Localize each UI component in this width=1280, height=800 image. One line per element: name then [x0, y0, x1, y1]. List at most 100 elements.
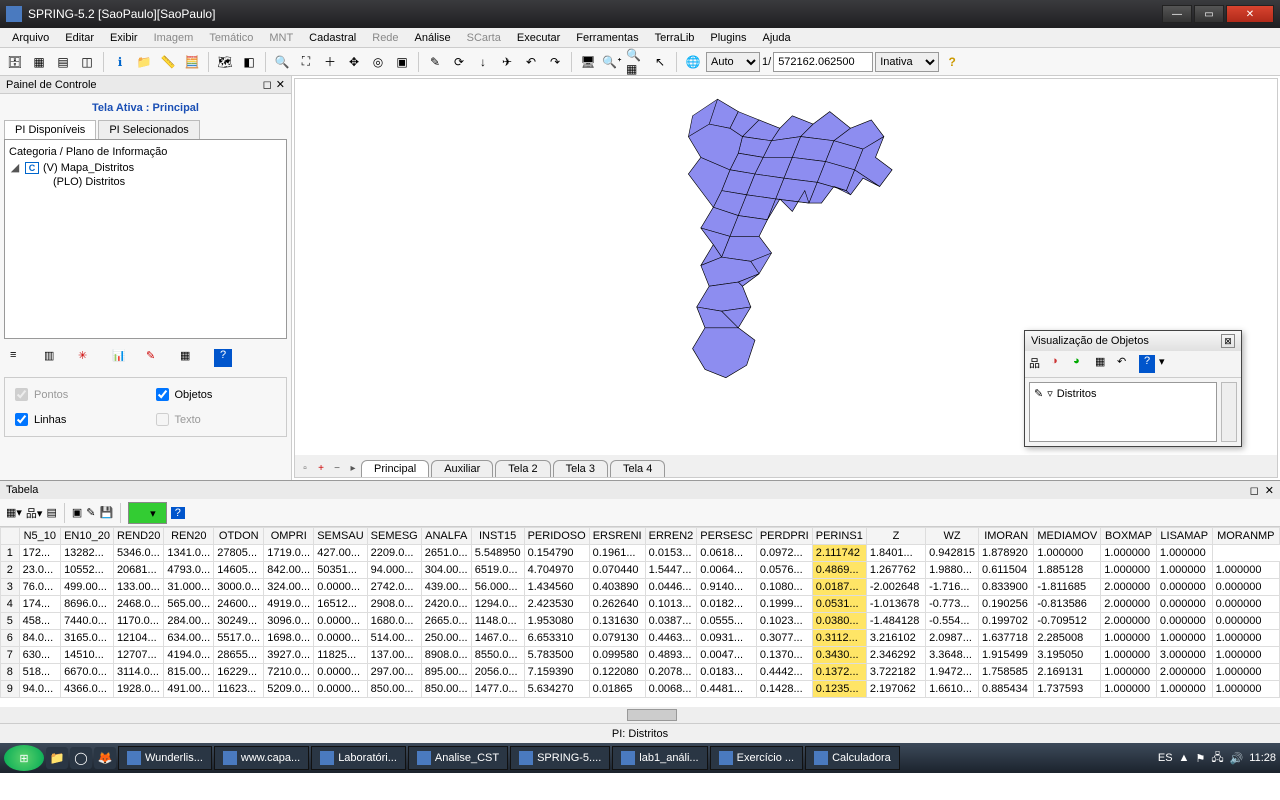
col-header[interactable]: WZ — [926, 528, 979, 545]
table-cell[interactable]: 3165.0... — [61, 630, 114, 647]
map-tab-auxiliar[interactable]: Auxiliar — [431, 460, 493, 477]
table-cell[interactable]: 0.0531... — [812, 596, 866, 613]
table-cell[interactable]: 84.0... — [19, 630, 60, 647]
scale-input[interactable] — [773, 52, 873, 72]
table-cell[interactable]: 50351... — [314, 562, 367, 579]
table-cell[interactable]: 0.4481... — [697, 681, 757, 698]
table-cell[interactable]: 1.8401... — [866, 545, 925, 562]
table-cell[interactable]: 458... — [19, 613, 60, 630]
table-cell[interactable]: 1719.0... — [264, 545, 314, 562]
menu-análise[interactable]: Análise — [407, 32, 459, 44]
table-cell[interactable]: 1170.0... — [113, 613, 163, 630]
table-cell[interactable]: 0.2078... — [645, 664, 697, 681]
table-cell[interactable]: 1.5447... — [645, 562, 697, 579]
task-item[interactable]: Calculadora — [805, 746, 900, 770]
table-cell[interactable]: 0.0387... — [645, 613, 697, 630]
table-cell[interactable]: 0.1013... — [645, 596, 697, 613]
table-cell[interactable]: 1.000000 — [1101, 664, 1157, 681]
table-cell[interactable]: 0.4869... — [812, 562, 866, 579]
table-cell[interactable]: 1.6610... — [926, 681, 979, 698]
pie2-icon[interactable]: ◕ — [1073, 355, 1091, 373]
zoom-full-icon[interactable]: ▣ — [391, 51, 413, 73]
table-cell[interactable]: 634.00... — [164, 630, 214, 647]
edit-icon[interactable]: ✎ — [146, 349, 164, 367]
menu-ferramentas[interactable]: Ferramentas — [568, 32, 646, 44]
pie1-icon[interactable]: ◑ — [1051, 355, 1069, 373]
minimize-button[interactable]: — — [1162, 5, 1192, 23]
table-cell[interactable]: 1477.0... — [471, 681, 524, 698]
table-cell[interactable]: 1.000000 — [1212, 647, 1279, 664]
table-cell[interactable]: 1294.0... — [471, 596, 524, 613]
map-tab-tela2[interactable]: Tela 2 — [495, 460, 550, 477]
col-header[interactable]: OMPRI — [264, 528, 314, 545]
table-cell[interactable]: 5.783500 — [524, 647, 589, 664]
table-cell[interactable]: 20681... — [113, 562, 163, 579]
table-cell[interactable]: 0.885434 — [979, 681, 1034, 698]
table-cell[interactable]: 297.00... — [367, 664, 421, 681]
object-list[interactable]: ✎▿Distritos — [1029, 382, 1217, 442]
table-cell[interactable]: 0.3430... — [812, 647, 866, 664]
col-header[interactable]: EN10_20 — [61, 528, 114, 545]
table-cell[interactable]: 1928.0... — [113, 681, 163, 698]
help2-icon[interactable]: ? — [214, 349, 232, 367]
menu-exibir[interactable]: Exibir — [102, 32, 146, 44]
list-icon[interactable]: ≡ — [10, 349, 28, 367]
pin-firefox[interactable]: 🦊 — [94, 747, 116, 769]
chk-objetos[interactable]: Objetos — [156, 388, 277, 401]
float-scrollbar[interactable] — [1221, 382, 1237, 442]
table-cell[interactable]: 2.0987... — [926, 630, 979, 647]
table-cell[interactable]: 1.000000 — [1101, 562, 1157, 579]
table-cell[interactable]: 2209.0... — [367, 545, 421, 562]
menu-editar[interactable]: Editar — [57, 32, 102, 44]
table-cell[interactable]: 1698.0... — [264, 630, 314, 647]
map-icon[interactable]: 🗺 — [214, 51, 236, 73]
table-cell[interactable]: 0.000000 — [1156, 596, 1212, 613]
table-cell[interactable]: 6670.0... — [61, 664, 114, 681]
tabs-icon[interactable]: ▸ — [347, 463, 359, 477]
col-header[interactable]: ERSRENI — [589, 528, 645, 545]
map-tab-tela3[interactable]: Tela 3 — [553, 460, 608, 477]
redo-icon[interactable]: ↷ — [544, 51, 566, 73]
table-cell[interactable]: 0.01865 — [589, 681, 645, 698]
tray-flag-icon[interactable]: ⚑ — [1195, 752, 1205, 765]
table-cell[interactable]: 4919.0... — [264, 596, 314, 613]
table-cell[interactable]: 14605... — [214, 562, 264, 579]
float-close-icon[interactable]: ⊠ — [1221, 334, 1235, 348]
col-header[interactable]: ANALFA — [421, 528, 471, 545]
row-header[interactable]: 1 — [1, 545, 20, 562]
col-header[interactable]: REND20 — [113, 528, 163, 545]
table-cell[interactable]: 0.1961... — [589, 545, 645, 562]
table-cell[interactable]: 3096.0... — [264, 613, 314, 630]
save-icon[interactable]: 💾 — [99, 506, 113, 519]
table-cell[interactable]: 0.0183... — [697, 664, 757, 681]
table-cell[interactable]: 0.0618... — [697, 545, 757, 562]
layer-tree[interactable]: Categoria / Plano de Informação ◢C(V) Ma… — [4, 139, 287, 339]
chk-pontos[interactable]: Pontos — [15, 388, 136, 401]
table-cell[interactable]: 0.0931... — [697, 630, 757, 647]
model-icon[interactable]: ◫ — [76, 51, 98, 73]
status-select[interactable]: Inativa — [875, 52, 939, 72]
zoom-sync-icon[interactable]: 🔍ᐩ — [601, 51, 623, 73]
table-cell[interactable]: 11825... — [314, 647, 367, 664]
table-cell[interactable]: -1.811685 — [1034, 579, 1101, 596]
folder-icon[interactable]: 📁 — [133, 51, 155, 73]
table-cell[interactable]: 8908.0... — [421, 647, 471, 664]
table-cell[interactable]: 2.285008 — [1034, 630, 1101, 647]
data-grid[interactable]: N5_10EN10_20REND20REN20OTDONOMPRISEMSAUS… — [0, 527, 1280, 707]
col-header[interactable]: INST15 — [471, 528, 524, 545]
edit2-icon[interactable]: ✎ — [86, 506, 95, 519]
table-cell[interactable]: 0.3077... — [756, 630, 812, 647]
menu-executar[interactable]: Executar — [509, 32, 568, 44]
table-cell[interactable]: 0.000000 — [1156, 613, 1212, 630]
table-cell[interactable]: 2056.0... — [471, 664, 524, 681]
table-cell[interactable]: 0.000000 — [1156, 579, 1212, 596]
table-cell[interactable]: 2468.0... — [113, 596, 163, 613]
table-cell[interactable]: 13282... — [61, 545, 114, 562]
table-cell[interactable]: 1.434560 — [524, 579, 589, 596]
menu-imagem[interactable]: Imagem — [146, 32, 202, 44]
table-cell[interactable]: 0.3112... — [812, 630, 866, 647]
table-cell[interactable]: 3.195050 — [1034, 647, 1101, 664]
chart-icon[interactable]: 📊 — [112, 349, 130, 367]
table-cell[interactable]: 2.197062 — [866, 681, 925, 698]
zoom-area-icon[interactable]: ⛶ — [295, 51, 317, 73]
